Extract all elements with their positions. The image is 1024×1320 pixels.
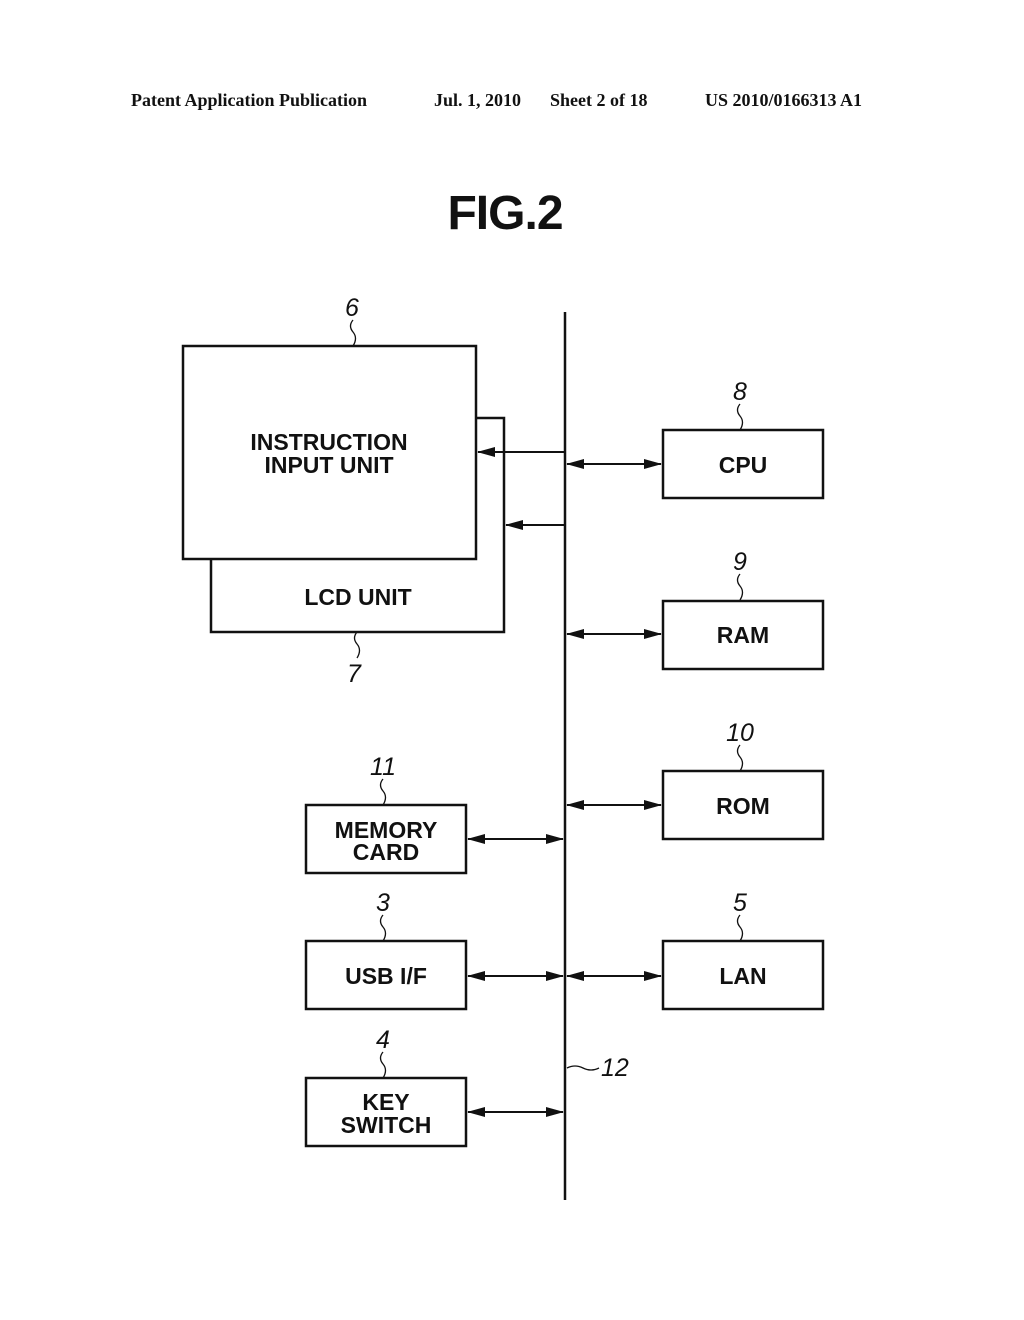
ref-numeral-3: 3	[376, 889, 390, 917]
cpu-label: CPU	[719, 452, 768, 478]
ref-numeral-11: 11	[370, 753, 396, 781]
ref-numeral-8: 8	[733, 378, 747, 406]
instruction-input-unit-label-line2: INPUT UNIT	[264, 452, 393, 478]
lan-label: LAN	[719, 963, 766, 989]
ref-7-leader	[353, 631, 361, 659]
ref-8-leader	[736, 403, 744, 431]
ref-numeral-9: 9	[733, 548, 747, 576]
ref-5-leader	[736, 914, 744, 942]
usb-if-label: USB I/F	[345, 963, 427, 989]
memory-card-label-line2: CARD	[353, 839, 419, 865]
ref-6-leader	[349, 319, 357, 347]
ref-9-leader	[736, 573, 744, 601]
lcd-unit-label: LCD UNIT	[304, 584, 411, 610]
ref-11-leader	[379, 778, 387, 806]
ref-3-leader	[379, 914, 387, 942]
ref-numeral-6: 6	[345, 294, 359, 322]
block-diagram: INSTRUCTION INPUT UNIT LCD UNIT CPU RAM …	[181, 294, 825, 1200]
ref-numeral-5: 5	[733, 889, 747, 917]
ref-numeral-7: 7	[347, 660, 362, 688]
ref-numeral-10: 10	[726, 719, 754, 747]
ref-10-leader	[736, 744, 744, 772]
key-switch-label-line2: SWITCH	[341, 1112, 432, 1138]
rom-label: ROM	[716, 793, 770, 819]
ref-numeral-4: 4	[376, 1026, 390, 1054]
ram-label: RAM	[717, 622, 769, 648]
ref-4-leader	[379, 1051, 387, 1079]
ref-12-leader	[566, 1065, 600, 1071]
ref-numeral-12: 12	[601, 1054, 629, 1082]
